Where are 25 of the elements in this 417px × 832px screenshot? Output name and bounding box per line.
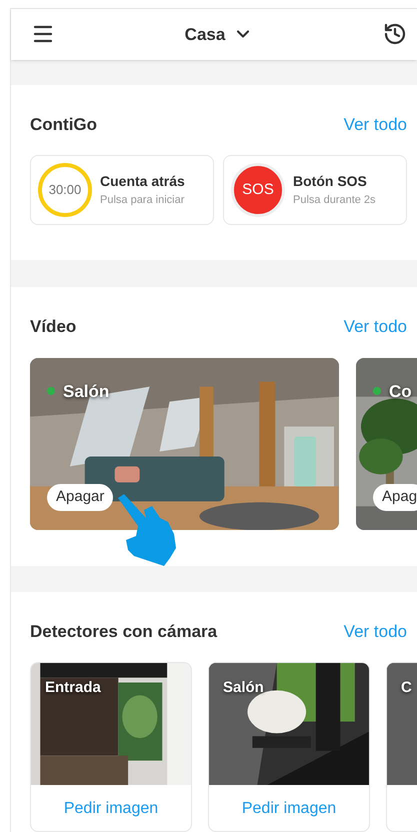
camera-card[interactable]: Co Apag: [356, 358, 417, 530]
shortcut-subtitle: Pulsa durante 2s: [293, 193, 376, 208]
detector-name: Salón: [223, 678, 264, 698]
camera-name: Co: [389, 380, 412, 402]
shortcut-card[interactable]: 30:00 Cuenta atrás Pulsa para iniciar: [30, 155, 214, 225]
timer-badge: 30:00: [38, 163, 92, 217]
sos-badge: SOS: [231, 163, 285, 217]
shortcut-subtitle: Pulsa para iniciar: [100, 193, 185, 208]
detector-name: Entrada: [45, 678, 101, 698]
shortcut-title: Botón SOS: [293, 172, 368, 192]
detector-card[interactable]: C: [386, 662, 417, 832]
home-selector[interactable]: Casa: [184, 22, 254, 47]
detector-name: C: [401, 678, 412, 698]
section-title: ContiGo: [30, 114, 98, 136]
off-button[interactable]: Apag: [373, 484, 417, 510]
detector-card[interactable]: Salón Pedir imagen: [208, 662, 370, 832]
camera-card[interactable]: Salón Apagar: [30, 358, 339, 530]
off-button[interactable]: Apagar: [47, 484, 114, 510]
shortcut-card[interactable]: SOS Botón SOS Pulsa durante 2s: [223, 155, 407, 225]
section-title: Detectores con cámara: [30, 620, 218, 642]
camera-name: Salón: [63, 380, 110, 402]
detector-card[interactable]: Entrada Pedir imagen: [30, 662, 192, 832]
section-title: Vídeo: [30, 316, 76, 338]
shortcut-title: Cuenta atrás: [100, 172, 185, 192]
history-icon[interactable]: [382, 22, 407, 46]
